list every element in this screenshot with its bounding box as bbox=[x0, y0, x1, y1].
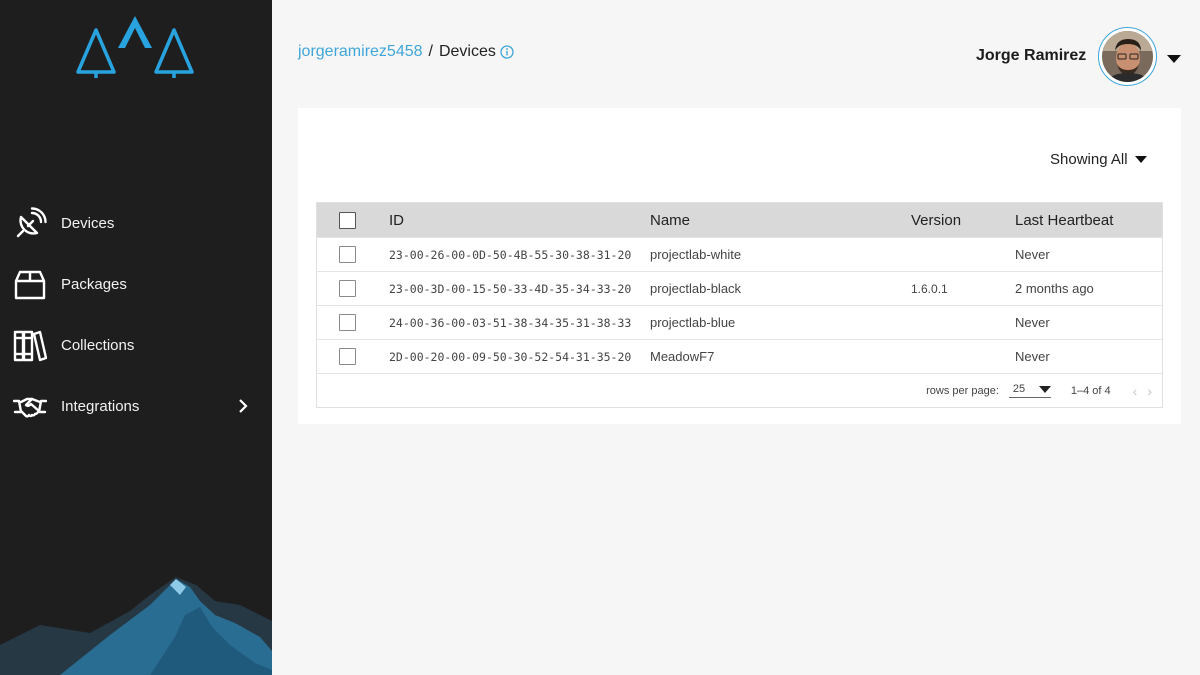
satellite-dish-icon bbox=[13, 206, 47, 241]
devices-card: Showing All ID Name Version Last Heartbe… bbox=[298, 108, 1181, 424]
sidebar-item-label: Collections bbox=[61, 337, 135, 354]
device-name: projectlab-black bbox=[650, 281, 742, 296]
sidebar-item-packages[interactable]: Packages bbox=[0, 254, 272, 315]
table-row[interactable]: 23-00-3D-00-15-50-33-4D-35-34-33-20 proj… bbox=[317, 271, 1162, 305]
device-name: MeadowF7 bbox=[650, 349, 715, 364]
chevron-right-icon bbox=[239, 399, 248, 413]
table-header: ID Name Version Last Heartbeat bbox=[317, 203, 1162, 237]
row-checkbox[interactable] bbox=[339, 348, 356, 365]
device-heartbeat: Never bbox=[1015, 349, 1050, 364]
pagination-range: 1–4 of 4 bbox=[1070, 384, 1111, 397]
table-row[interactable]: 24-00-36-00-03-51-38-34-35-31-38-33 proj… bbox=[317, 305, 1162, 339]
column-header-last-heartbeat[interactable]: Last Heartbeat bbox=[1015, 212, 1162, 229]
sidebar: Devices Packages Collections Integration… bbox=[0, 0, 272, 675]
rows-per-page-label: rows per page: bbox=[926, 384, 999, 397]
sidebar-item-devices[interactable]: Devices bbox=[0, 193, 272, 254]
device-id: 24-00-36-00-03-51-38-34-35-31-38-33 bbox=[389, 315, 632, 330]
sidebar-item-label: Integrations bbox=[61, 398, 140, 415]
mountains-decoration bbox=[0, 577, 272, 675]
table-row[interactable]: 2D-00-20-00-09-50-30-52-54-31-35-20 Mead… bbox=[317, 339, 1162, 373]
row-checkbox[interactable] bbox=[339, 314, 356, 331]
sidebar-item-label: Packages bbox=[61, 276, 127, 293]
sidebar-item-collections[interactable]: Collections bbox=[0, 315, 272, 376]
device-heartbeat: Never bbox=[1015, 315, 1050, 330]
rows-per-page-select[interactable]: 25 bbox=[1008, 383, 1051, 398]
device-heartbeat: Never bbox=[1015, 247, 1050, 262]
user-name[interactable]: Jorge Ramirez bbox=[976, 47, 1086, 65]
sidebar-item-label: Devices bbox=[61, 215, 115, 232]
books-icon bbox=[13, 329, 47, 363]
column-header-version[interactable]: Version bbox=[911, 212, 1015, 229]
row-checkbox[interactable] bbox=[339, 246, 356, 263]
column-header-name[interactable]: Name bbox=[650, 212, 911, 229]
table-row[interactable]: 23-00-26-00-0D-50-4B-55-30-38-31-20 proj… bbox=[317, 237, 1162, 271]
device-id: 23-00-26-00-0D-50-4B-55-30-38-31-20 bbox=[389, 247, 632, 262]
handshake-icon bbox=[13, 390, 47, 424]
column-header-id[interactable]: ID bbox=[389, 212, 650, 229]
row-checkbox[interactable] bbox=[339, 280, 356, 297]
device-heartbeat: 2 months ago bbox=[1015, 281, 1094, 296]
devices-table: ID Name Version Last Heartbeat 23-00-26-… bbox=[316, 202, 1163, 408]
select-all-checkbox[interactable] bbox=[339, 211, 356, 229]
filter-label: Showing All bbox=[1050, 151, 1128, 168]
device-id: 2D-00-20-00-09-50-30-52-54-31-35-20 bbox=[389, 349, 632, 364]
filter-dropdown[interactable]: Showing All bbox=[1050, 151, 1148, 168]
sidebar-item-integrations[interactable]: Integrations bbox=[0, 376, 272, 437]
caret-down-icon bbox=[1038, 385, 1051, 393]
device-name: projectlab-blue bbox=[650, 315, 736, 330]
device-id: 23-00-3D-00-15-50-33-4D-35-34-33-20 bbox=[389, 281, 632, 296]
box-icon bbox=[13, 268, 47, 302]
device-version: 1.6.0.1 bbox=[911, 281, 948, 296]
user-menu-caret-icon[interactable] bbox=[1166, 54, 1182, 64]
sidebar-nav: Devices Packages Collections Integration… bbox=[0, 193, 272, 437]
breadcrumb-current-page: Devices bbox=[438, 43, 496, 60]
breadcrumb-separator: / bbox=[428, 43, 433, 60]
info-icon[interactable] bbox=[500, 45, 514, 59]
device-name: projectlab-white bbox=[650, 247, 742, 262]
rows-per-page-value: 25 bbox=[1012, 383, 1026, 395]
previous-page-icon[interactable]: ‹ bbox=[1133, 383, 1138, 399]
table-pagination: rows per page: 25 1–4 of 4 ‹ › bbox=[317, 373, 1162, 407]
logo-trees-icon[interactable] bbox=[74, 14, 196, 80]
pager: ‹ › bbox=[1133, 383, 1152, 399]
avatar-photo bbox=[1102, 31, 1153, 82]
avatar[interactable] bbox=[1098, 27, 1157, 86]
caret-down-icon bbox=[1134, 156, 1147, 163]
breadcrumb-user-link[interactable]: jorgeramirez5458 bbox=[298, 43, 423, 61]
next-page-icon[interactable]: › bbox=[1147, 383, 1152, 399]
breadcrumb: jorgeramirez5458 / Devices bbox=[298, 43, 514, 61]
